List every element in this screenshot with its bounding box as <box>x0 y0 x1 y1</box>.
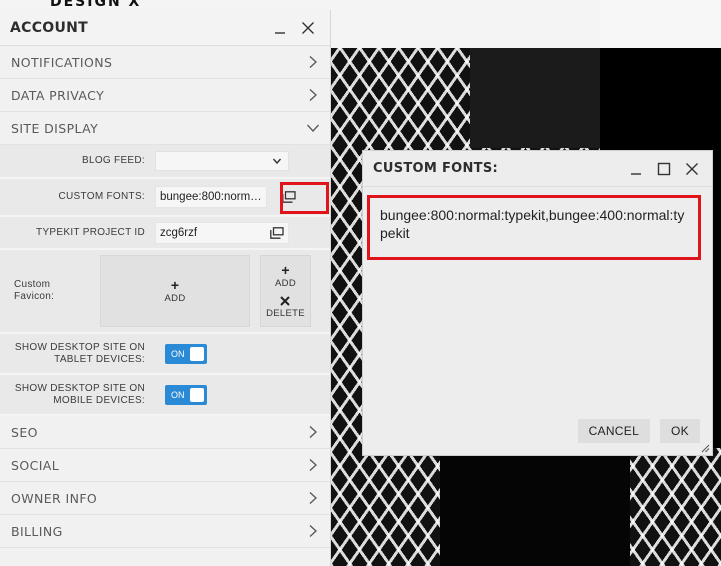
section-label: BILLING <box>11 523 63 539</box>
toggle-knob <box>190 346 204 361</box>
blog-feed-row: BLOG FEED: <box>0 145 330 179</box>
close-icon <box>686 162 698 175</box>
section-label: DATA PRIVACY <box>11 87 105 103</box>
favicon-delete-button-label: DELETE <box>266 307 305 319</box>
site-display-content: BLOG FEED: CUSTOM FONTS: bungee:800:norm… <box>0 145 330 416</box>
section-label: SEO <box>11 424 38 440</box>
typekit-value: zcg6rzf <box>160 226 198 239</box>
typekit-row: TYPEKIT PROJECT ID zcg6rzf <box>0 217 330 250</box>
section-data-privacy[interactable]: DATA PRIVACY <box>0 79 330 112</box>
section-owner-info[interactable]: OWNER INFO <box>0 482 330 515</box>
tablet-label-line-2: TABLET DEVICES: <box>54 353 145 365</box>
blog-feed-select[interactable] <box>155 151 289 171</box>
tablet-desktop-toggle[interactable]: ON <box>165 343 207 364</box>
custom-fonts-row: CUSTOM FONTS: bungee:800:normal:typekit,… <box>0 179 330 217</box>
mobile-label: SHOW DESKTOP SITE ON MOBILE DEVICES: <box>0 383 155 407</box>
site-header-right <box>600 0 721 48</box>
chevron-right-icon <box>309 89 317 101</box>
ok-button[interactable]: OK <box>660 419 700 443</box>
favicon-drop-area[interactable]: + ADD <box>100 255 250 327</box>
favicon-add-button-label: ADD <box>275 277 296 289</box>
delete-x-icon <box>280 295 291 306</box>
section-billing[interactable]: BILLING <box>0 515 330 548</box>
section-notifications[interactable]: NOTIFICATIONS <box>0 46 330 79</box>
typekit-input[interactable]: zcg6rzf <box>155 221 289 244</box>
chevron-right-icon <box>309 459 317 471</box>
typekit-label: TYPEKIT PROJECT ID <box>36 226 145 238</box>
minimize-button[interactable] <box>268 16 292 40</box>
favicon-delete-button[interactable]: DELETE <box>266 295 305 319</box>
custom-fonts-value: bungee:800:normal:typekit,bungee:400:nor… <box>160 191 266 203</box>
expand-editor-icon <box>282 191 296 203</box>
section-seo[interactable]: SEO <box>0 416 330 449</box>
dialog-maximize-button[interactable] <box>652 157 676 181</box>
mobile-label-line-1: SHOW DESKTOP SITE ON <box>14 382 145 394</box>
chevron-right-icon <box>309 426 317 438</box>
blog-feed-label: BLOG FEED: <box>81 155 145 166</box>
account-panel-header: ACCOUNT <box>0 10 330 46</box>
cancel-button[interactable]: CANCEL <box>577 419 651 443</box>
section-label: NOTIFICATIONS <box>11 54 113 70</box>
dialog-title: CUSTOM FONTS: <box>373 161 498 176</box>
favicon-add-button[interactable]: + ADD <box>275 261 296 289</box>
maximize-icon <box>657 162 671 175</box>
account-panel-title: ACCOUNT <box>10 19 89 36</box>
custom-fonts-label: CUSTOM FONTS: <box>58 191 145 202</box>
favicon-actions: + ADD DELETE <box>260 255 311 327</box>
dialog-close-button[interactable] <box>680 157 704 181</box>
chevron-down-icon <box>307 124 319 132</box>
tablet-toggle-row: SHOW DESKTOP SITE ON TABLET DEVICES: ON <box>0 334 330 375</box>
expand-editor-icon[interactable] <box>270 226 284 239</box>
image-dark-area-bottom <box>440 455 630 566</box>
chevron-down-icon <box>272 158 282 165</box>
chevron-right-icon <box>309 525 317 537</box>
toggle-state-text: ON <box>171 348 185 359</box>
favicon-add-label: ADD <box>164 292 186 304</box>
tablet-label-line-1: SHOW DESKTOP SITE ON <box>14 341 145 353</box>
section-label: OWNER INFO <box>11 490 98 506</box>
custom-fonts-dialog: CUSTOM FONTS: bungee:800:normal:typekit,… <box>362 150 713 456</box>
chevron-right-icon <box>309 56 317 68</box>
toggle-knob <box>190 387 204 402</box>
custom-fonts-textarea[interactable]: bungee:800:normal:typekit,bungee:400:nor… <box>367 195 701 260</box>
plus-icon: + <box>281 261 290 278</box>
mobile-toggle-row: SHOW DESKTOP SITE ON MOBILE DEVICES: ON <box>0 375 330 416</box>
mobile-label-line-2: MOBILE DEVICES: <box>53 394 145 406</box>
chevron-right-icon <box>309 492 317 504</box>
custom-fonts-expand-button[interactable] <box>277 186 301 208</box>
dialog-header: CUSTOM FONTS: <box>363 151 712 187</box>
image-shadow-block <box>470 48 600 148</box>
resize-grip-icon[interactable] <box>700 443 710 453</box>
close-icon <box>302 21 314 34</box>
mobile-desktop-toggle[interactable]: ON <box>165 384 207 405</box>
site-brand-text: DESIGN X <box>50 0 142 10</box>
plus-icon: + <box>170 276 180 293</box>
section-label: SITE DISPLAY <box>11 120 99 136</box>
dialog-minimize-button[interactable] <box>624 157 648 181</box>
favicon-row: Custom Favicon: + ADD + ADD DELETE <box>0 250 330 334</box>
close-panel-button[interactable] <box>296 16 320 40</box>
account-panel: ACCOUNT NOTIFICATIONS DATA PRIVACY SITE … <box>0 10 331 566</box>
section-site-display[interactable]: SITE DISPLAY <box>0 112 330 145</box>
section-label: SOCIAL <box>11 457 60 473</box>
toggle-state-text: ON <box>171 389 185 400</box>
minimize-icon <box>631 172 641 175</box>
custom-fonts-input[interactable]: bungee:800:normal:typekit,bungee:400:nor… <box>155 186 267 208</box>
section-social[interactable]: SOCIAL <box>0 449 330 482</box>
dialog-footer: CANCEL OK <box>568 419 700 443</box>
tablet-label: SHOW DESKTOP SITE ON TABLET DEVICES: <box>0 342 155 366</box>
minimize-icon <box>275 31 285 34</box>
favicon-label: Custom Favicon: <box>14 279 55 302</box>
